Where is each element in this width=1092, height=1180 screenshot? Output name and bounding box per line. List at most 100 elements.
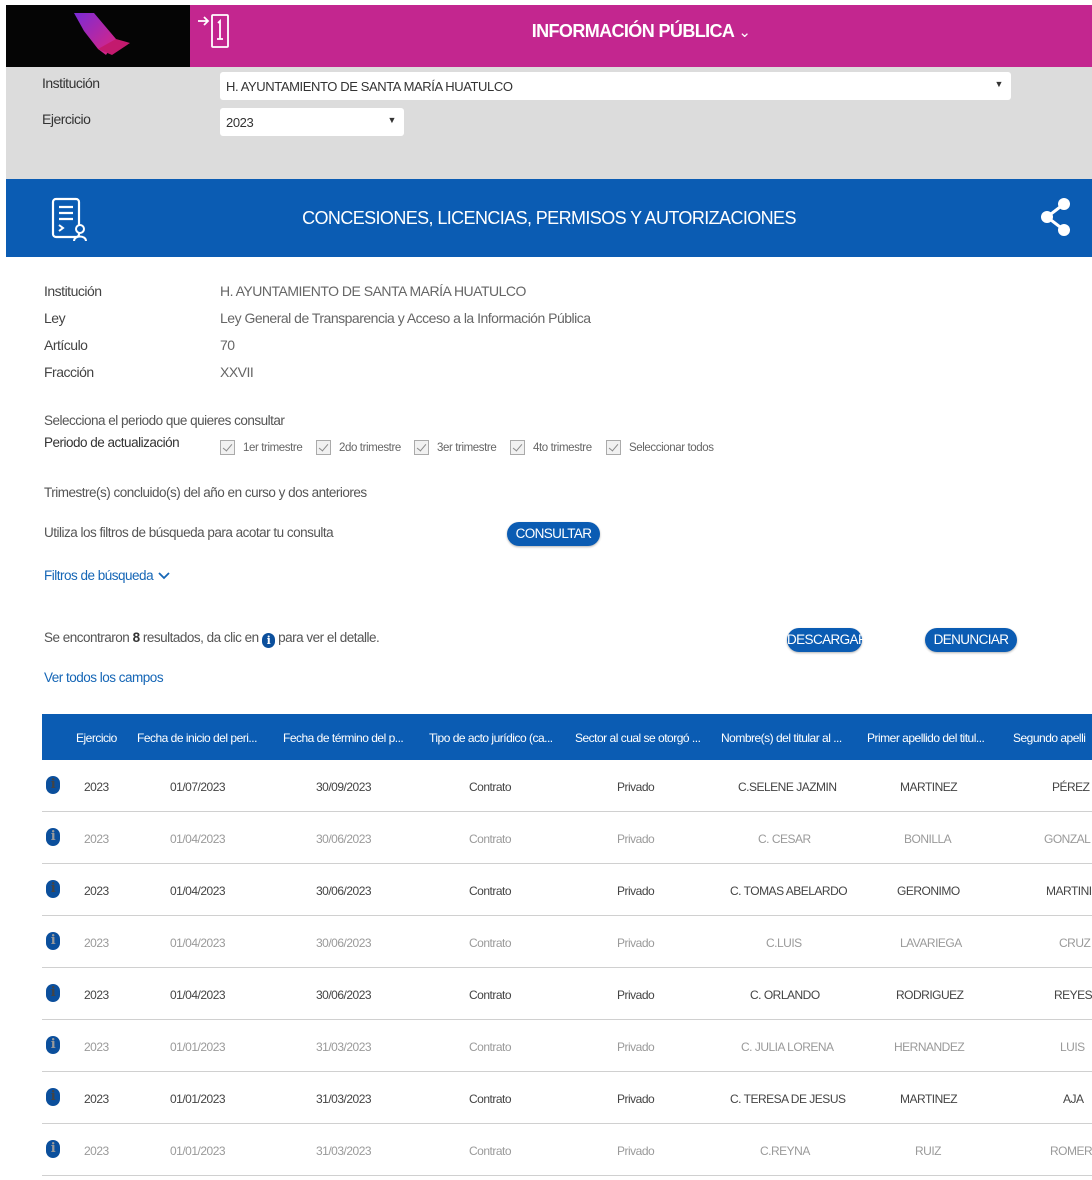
consultar-button[interactable]: CONSULTAR [507,522,600,546]
checkbox-checked-icon [606,440,621,455]
info-icon[interactable]: i [46,828,60,846]
cell-primer-apellido: BONILLA [904,832,952,846]
cell-tipo-acto: Contrato [469,832,512,846]
info-icon[interactable]: i [46,1088,60,1106]
cell-sector: Privado [617,1040,655,1054]
cell-nombre: C.SELENE JAZMIN [738,780,837,794]
header-bar: INFORMACIÓN PÚBLICA ⌄ [190,5,1092,67]
cell-primer-apellido: LAVARIEGA [900,936,962,950]
cell-fecha-termino: 31/03/2023 [316,1092,372,1106]
filter-panel: Institución H. AYUNTAMIENTO DE SANTA MAR… [6,67,1092,179]
cell-segundo-apellido: GONZAL [1044,832,1091,846]
table-row: i 2023 01/04/2023 30/06/2023 Contrato Pr… [42,916,1092,968]
cell-tipo-acto: Contrato [469,1144,512,1158]
info-icon[interactable]: i [46,932,60,950]
institucion-select[interactable]: H. AYUNTAMIENTO DE SANTA MARÍA HUATULCO … [220,72,1011,100]
institucion-select-value: H. AYUNTAMIENTO DE SANTA MARÍA HUATULCO [226,79,513,94]
chevron-down-icon: ⌄ [738,24,751,41]
cell-nombre: C.LUIS [766,936,802,950]
table-row: i 2023 01/07/2023 30/09/2023 Contrato Pr… [42,760,1092,812]
cell-ejercicio: 2023 [84,780,109,794]
info-icon: i [261,633,275,648]
cell-nombre: C. TOMAS ABELARDO [730,884,848,898]
checkbox-checked-icon [220,440,235,455]
cell-fecha-inicio: 01/01/2023 [170,1092,226,1106]
cell-fecha-termino: 30/06/2023 [316,832,372,846]
logo[interactable] [6,5,190,67]
info-icon[interactable]: i [46,776,60,794]
checkbox-4to-trimestre[interactable]: 4to trimestre [510,440,592,455]
cell-fecha-termino: 30/06/2023 [316,936,372,950]
cell-segundo-apellido: ROMER [1050,1144,1092,1158]
cell-fecha-inicio: 01/01/2023 [170,1040,226,1054]
column-header-segundo-apellido[interactable]: Segundo apelli [1013,731,1086,745]
cell-primer-apellido: HERNANDEZ [894,1040,965,1054]
cell-tipo-acto: Contrato [469,1092,512,1106]
cell-primer-apellido: RUIZ [915,1144,942,1158]
column-header-primer-apellido[interactable]: Primer apellido del titul... [867,731,985,745]
period-prompt: Selecciona el periodo que quieres consul… [44,413,285,428]
share-icon[interactable] [1040,197,1072,237]
checkbox-checked-icon [414,440,429,455]
header-menu-toggle[interactable]: INFORMACIÓN PÚBLICA ⌄ [190,21,1092,42]
info-icon[interactable]: i [46,1036,60,1054]
cell-ejercicio: 2023 [84,988,109,1002]
cell-nombre: C. JULIA LORENA [741,1040,834,1054]
checkbox-label: 2do trimestre [339,441,401,454]
cell-ejercicio: 2023 [84,1040,109,1054]
table-row: i 2023 01/04/2023 30/06/2023 Contrato Pr… [42,812,1092,864]
cell-fecha-termino: 30/06/2023 [316,988,372,1002]
cell-fecha-inicio: 01/01/2023 [170,1144,226,1158]
cell-fecha-termino: 31/03/2023 [316,1144,372,1158]
cell-tipo-acto: Contrato [469,1040,512,1054]
search-hint: Utiliza los filtros de búsqueda para aco… [44,525,334,540]
cell-segundo-apellido: REYES [1054,988,1092,1002]
column-header-tipo-acto[interactable]: Tipo de acto jurídico (ca... [429,731,553,745]
period-label: Periodo de actualización [44,435,180,450]
info-icon[interactable]: i [46,880,60,898]
denunciar-button[interactable]: DENUNCIAR [925,628,1017,652]
cell-ejercicio: 2023 [84,936,109,950]
checkbox-3er-trimestre[interactable]: 3er trimestre [414,440,497,455]
info-value-institucion: H. AYUNTAMIENTO DE SANTA MARÍA HUATULCO [220,283,526,299]
ejercicio-select[interactable]: 2023 ▼ [220,108,404,136]
checkbox-2do-trimestre[interactable]: 2do trimestre [316,440,401,455]
column-header-fecha-inicio[interactable]: Fecha de inicio del peri... [137,731,257,745]
cell-fecha-inicio: 01/04/2023 [170,988,226,1002]
ver-todos-campos-link[interactable]: Ver todos los campos [44,670,164,685]
cell-fecha-inicio: 01/07/2023 [170,780,226,794]
column-header-ejercicio[interactable]: Ejercicio [76,731,117,745]
cell-fecha-inicio: 01/04/2023 [170,832,226,846]
chevron-down-icon [158,572,170,580]
info-icon[interactable]: i [46,1140,60,1158]
cell-nombre: C. TERESA DE JESUS [730,1092,846,1106]
checkbox-label: 1er trimestre [243,441,303,454]
checkbox-seleccionar-todos[interactable]: Seleccionar todos [606,440,714,455]
results-table-header: Ejercicio Fecha de inicio del peri... Fe… [42,714,1092,760]
cell-sector: Privado [617,780,655,794]
column-header-sector[interactable]: Sector al cual se otorgó ... [575,731,701,745]
cell-fecha-inicio: 01/04/2023 [170,936,226,950]
table-row: i 2023 01/01/2023 31/03/2023 Contrato Pr… [42,1020,1092,1072]
cell-primer-apellido: RODRIGUEZ [896,988,964,1002]
cell-nombre: C. CESAR [758,832,811,846]
results-prefix: Se encontraron [44,630,133,645]
section-title: CONCESIONES, LICENCIAS, PERMISOS Y AUTOR… [302,208,796,228]
checkbox-1er-trimestre[interactable]: 1er trimestre [220,440,303,455]
caret-down-icon: ▼ [387,115,396,125]
info-label-fraccion: Fracción [44,364,94,380]
table-row: i 2023 01/04/2023 30/06/2023 Contrato Pr… [42,864,1092,916]
results-suffix: para ver el detalle. [274,630,380,645]
cell-fecha-inicio: 01/04/2023 [170,884,226,898]
cell-fecha-termino: 30/06/2023 [316,884,372,898]
cell-sector: Privado [617,884,655,898]
descargar-button[interactable]: DESCARGAR [787,628,868,652]
filtros-busqueda-link[interactable]: Filtros de búsqueda [44,568,170,583]
column-header-nombre-titular[interactable]: Nombre(s) del titular al ... [721,731,842,745]
info-icon[interactable]: i [46,984,60,1002]
column-header-fecha-termino[interactable]: Fecha de término del p... [283,731,404,745]
cell-tipo-acto: Contrato [469,884,512,898]
cell-segundo-apellido: LUIS [1060,1040,1085,1054]
cell-sector: Privado [617,832,655,846]
cell-segundo-apellido: PÉREZ [1052,780,1090,794]
